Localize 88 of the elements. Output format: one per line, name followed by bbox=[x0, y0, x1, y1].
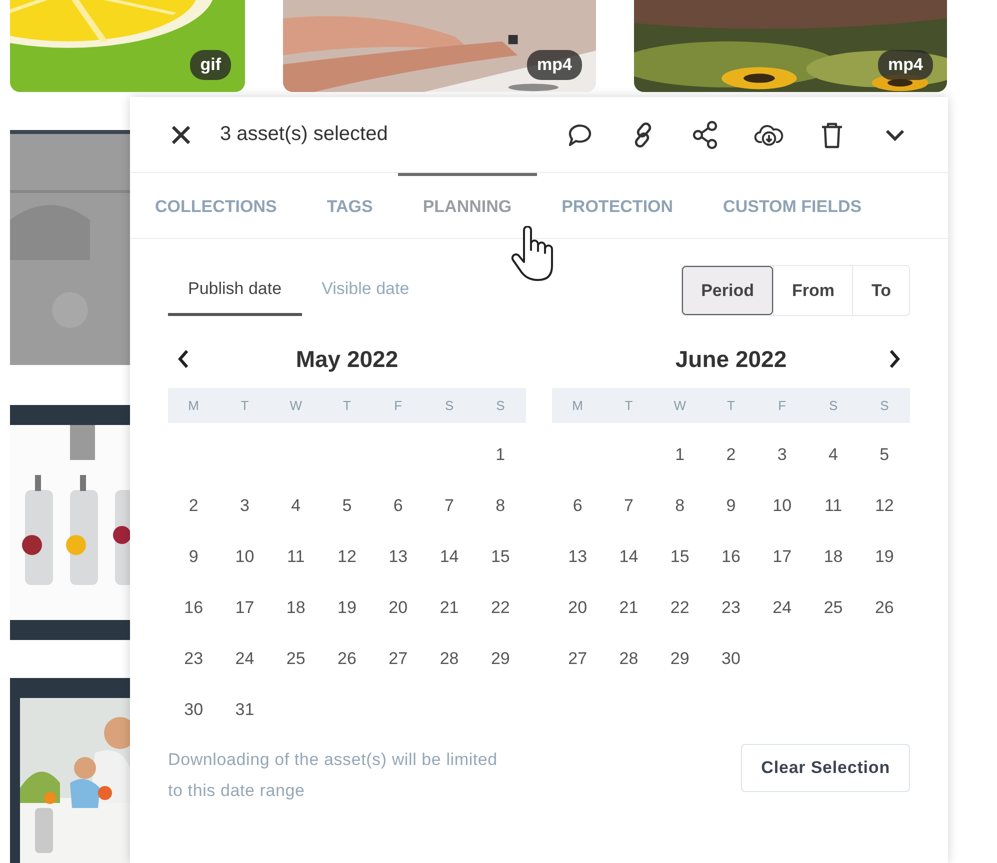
weekday-label: W bbox=[288, 397, 303, 415]
range-mode-option[interactable]: Period bbox=[682, 266, 773, 315]
calendar-day[interactable]: 5 bbox=[321, 480, 373, 531]
calendar-day[interactable]: 12 bbox=[858, 480, 910, 531]
range-mode-option[interactable]: To bbox=[852, 266, 909, 315]
calendar-day[interactable]: 1 bbox=[654, 429, 706, 480]
calendar-day[interactable]: 24 bbox=[219, 633, 270, 684]
calendar-day[interactable]: 3 bbox=[219, 480, 270, 531]
calendar-day[interactable]: 15 bbox=[654, 531, 706, 582]
file-type-badge: mp4 bbox=[527, 50, 582, 80]
calendar-day[interactable]: 14 bbox=[424, 531, 475, 582]
calendar-day[interactable]: 5 bbox=[858, 429, 910, 480]
calendar-day[interactable]: 14 bbox=[603, 531, 654, 582]
calendar-day[interactable]: 11 bbox=[270, 531, 322, 582]
calendar-day[interactable]: 24 bbox=[756, 582, 808, 633]
calendar-day[interactable]: 15 bbox=[474, 531, 526, 582]
month-title: June 2022 bbox=[675, 346, 787, 372]
calendar-day[interactable]: 20 bbox=[372, 582, 424, 633]
calendar-day[interactable]: 9 bbox=[168, 531, 220, 582]
calendar-day[interactable]: 27 bbox=[372, 633, 424, 684]
weekday-label: T bbox=[240, 397, 250, 415]
calendar-day[interactable]: 6 bbox=[372, 480, 424, 531]
calendar-day[interactable]: 1 bbox=[474, 429, 526, 480]
weekday-label: M bbox=[187, 397, 200, 415]
calendar-day[interactable]: 29 bbox=[654, 633, 706, 684]
calendar-day[interactable]: 23 bbox=[168, 633, 220, 684]
calendar-day[interactable]: 27 bbox=[552, 633, 604, 684]
file-type-badge: mp4 bbox=[878, 50, 933, 80]
calendar-day[interactable]: 17 bbox=[756, 531, 808, 582]
calendar-day[interactable]: 2 bbox=[168, 480, 220, 531]
calendar-day[interactable]: 4 bbox=[270, 480, 322, 531]
date-type-tab[interactable]: Publish date bbox=[168, 265, 302, 316]
weekday-label: S bbox=[495, 397, 506, 415]
calendar-day[interactable]: 17 bbox=[219, 582, 270, 633]
calendar-day[interactable]: 19 bbox=[321, 582, 373, 633]
calendar-day[interactable]: 28 bbox=[424, 633, 475, 684]
weekday-label: S bbox=[828, 397, 839, 415]
calendar-day[interactable]: 7 bbox=[424, 480, 475, 531]
calendar-day[interactable]: 30 bbox=[705, 633, 757, 684]
calendar-day[interactable]: 2 bbox=[705, 429, 757, 480]
weekday-label: T bbox=[624, 397, 634, 415]
calendar-day[interactable]: 19 bbox=[858, 531, 910, 582]
calendar-day[interactable]: 8 bbox=[474, 480, 526, 531]
calendar-day[interactable]: 30 bbox=[168, 684, 220, 735]
calendar-day[interactable]: 10 bbox=[756, 480, 808, 531]
calendar-day[interactable]: 9 bbox=[705, 480, 757, 531]
calendar-day[interactable]: 21 bbox=[603, 582, 654, 633]
weekday-label: T bbox=[726, 397, 736, 415]
calendar-day[interactable]: 10 bbox=[219, 531, 270, 582]
weekday-label: W bbox=[672, 397, 687, 415]
calendar-day[interactable]: 3 bbox=[756, 429, 808, 480]
calendar-day[interactable]: 11 bbox=[808, 480, 859, 531]
calendar-day[interactable]: 29 bbox=[474, 633, 526, 684]
calendar-day[interactable]: 16 bbox=[705, 531, 757, 582]
calendar-day[interactable]: 26 bbox=[858, 582, 910, 633]
month-title: May 2022 bbox=[296, 346, 398, 372]
weekday-label: F bbox=[777, 397, 788, 415]
download-note: Downloading of the asset(s) will be limited to this date range bbox=[168, 749, 498, 802]
calendar-day[interactable]: 22 bbox=[654, 582, 706, 633]
calendar-day[interactable]: 4 bbox=[808, 429, 859, 480]
calendar-day[interactable]: 18 bbox=[808, 531, 859, 582]
calendar-day[interactable]: 22 bbox=[474, 582, 526, 633]
calendar-day[interactable]: 25 bbox=[808, 582, 859, 633]
calendar-day[interactable]: 25 bbox=[270, 633, 322, 684]
calendar-day[interactable]: 18 bbox=[270, 582, 322, 633]
calendar-day[interactable]: 28 bbox=[603, 633, 654, 684]
weekday-label: M bbox=[571, 397, 584, 415]
calendar-day[interactable]: 13 bbox=[552, 531, 604, 582]
calendar-day[interactable]: 6 bbox=[552, 480, 604, 531]
weekday-label: T bbox=[342, 397, 352, 415]
clear-selection-button[interactable]: Clear Selection bbox=[741, 744, 910, 792]
selection-count: 3 asset(s) selected bbox=[220, 123, 389, 146]
range-mode-option[interactable]: From bbox=[772, 266, 852, 315]
weekday-label: F bbox=[393, 397, 404, 415]
calendar-day[interactable]: 7 bbox=[603, 480, 654, 531]
close-icon[interactable] bbox=[170, 124, 192, 146]
calendar-day[interactable]: 23 bbox=[705, 582, 757, 633]
calendar-day[interactable]: 8 bbox=[654, 480, 706, 531]
hand-cursor-icon bbox=[510, 226, 556, 284]
weekday-label: S bbox=[879, 397, 890, 415]
calendar-day[interactable]: 31 bbox=[219, 684, 270, 735]
calendar-day[interactable]: 13 bbox=[372, 531, 424, 582]
calendar-day[interactable]: 12 bbox=[321, 531, 373, 582]
calendar-day[interactable]: 20 bbox=[552, 582, 604, 633]
calendar-day[interactable]: 16 bbox=[168, 582, 220, 633]
calendar-day[interactable]: 21 bbox=[424, 582, 475, 633]
weekday-label: S bbox=[444, 397, 455, 415]
calendar-day[interactable]: 26 bbox=[321, 633, 373, 684]
